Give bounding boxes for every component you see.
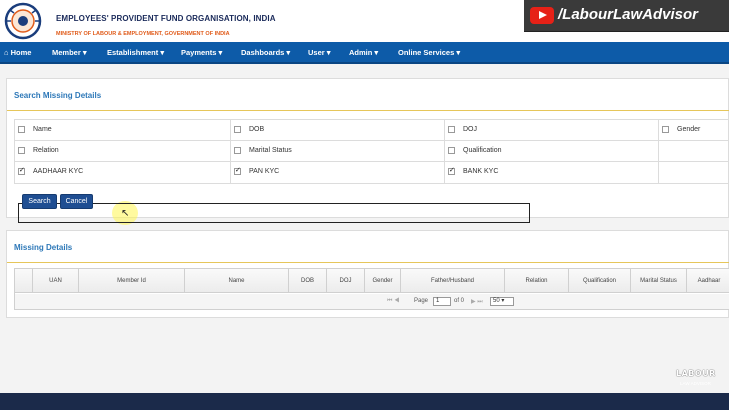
epfo-logo[interactable] — [4, 2, 44, 40]
nav-member[interactable]: Member ▾ — [52, 48, 87, 57]
search-button[interactable]: Search — [22, 194, 57, 209]
empty-cell — [659, 162, 729, 183]
checkbox-name[interactable] — [18, 126, 25, 133]
nav-user[interactable]: User ▾ — [308, 48, 331, 57]
nav-payments[interactable]: Payments ▾ — [181, 48, 222, 57]
field-option-doj: DOJ — [445, 120, 659, 141]
pager-page-label: Page — [414, 298, 429, 304]
mouse-cursor-icon: ↖ — [121, 208, 130, 219]
watermark-title: LABOUR — [676, 369, 716, 378]
cancel-button[interactable]: Cancel — [60, 194, 93, 209]
nav-establishment[interactable]: Establishment ▾ — [107, 48, 164, 57]
kyc-row-outline — [18, 203, 530, 223]
chevron-down-icon: ▾ — [501, 298, 505, 304]
site-header: EMPLOYEES' PROVIDENT FUND ORGANISATION, … — [0, 0, 729, 42]
option-label: Name — [33, 126, 52, 133]
col-header-relation[interactable]: Relation — [505, 269, 569, 293]
channel-banner: /LabourLawAdvisor — [524, 0, 729, 32]
org-subtitle: MINISTRY OF LABOUR & EMPLOYMENT, GOVERNM… — [56, 31, 230, 37]
panel-title: Missing Details — [14, 243, 73, 252]
option-label: PAN KYC — [249, 168, 280, 175]
nav-home-label: Home — [10, 48, 32, 57]
field-option-relation: Relation — [15, 141, 231, 162]
col-header-father-husband[interactable]: Father/Husband — [401, 269, 505, 293]
site-footer — [0, 393, 729, 410]
field-option-qualification: Qualification — [445, 141, 659, 162]
checkbox-bank-kyc[interactable] — [448, 166, 455, 175]
col-header-dob[interactable]: DOB — [289, 269, 327, 293]
page-size-value: 50 — [493, 298, 500, 304]
watermark-subtitle: LAW ADVISOR — [680, 381, 711, 386]
field-option-pan-kyc: PAN KYC — [231, 162, 445, 183]
pager-next-buttons[interactable]: ▶ ⏭ — [471, 298, 483, 306]
field-option-name: Name — [15, 120, 231, 141]
option-label: DOJ — [463, 126, 477, 133]
col-header-name[interactable]: Name — [185, 269, 289, 293]
home-icon: ⌂ — [4, 48, 9, 57]
col-header-gender[interactable]: Gender — [365, 269, 401, 293]
checkbox-pan-kyc[interactable] — [234, 166, 241, 175]
youtube-icon — [530, 7, 554, 24]
main-nav: ⌂ Home Member ▾ Establishment ▾ Payments… — [0, 42, 729, 64]
missing-details-grid: UAN Member Id Name DOB DOJ Gender Father… — [14, 268, 729, 310]
checkbox-marital-status[interactable] — [234, 147, 241, 154]
grid-pager: ⏮ ◀ Page 1 of 0 ▶ ⏭ 50 ▾ — [15, 294, 729, 309]
field-option-dob: DOB — [231, 120, 445, 141]
pager-page-input[interactable]: 1 — [433, 297, 451, 306]
empty-cell — [659, 141, 729, 162]
col-header-aadhaar[interactable]: Aadhaar — [687, 269, 729, 293]
org-title: EMPLOYEES' PROVIDENT FUND ORGANISATION, … — [56, 14, 276, 23]
nav-admin[interactable]: Admin ▾ — [349, 48, 378, 57]
col-header-blank — [15, 269, 33, 293]
option-label: Qualification — [463, 147, 502, 154]
checkbox-relation[interactable] — [18, 147, 25, 154]
option-label: DOB — [249, 126, 265, 133]
option-label: Gender — [677, 126, 701, 133]
grid-header: UAN Member Id Name DOB DOJ Gender Father… — [15, 269, 729, 293]
field-option-bank-kyc: BANK KYC — [445, 162, 659, 183]
pager-of-label: of 0 — [454, 298, 465, 304]
search-missing-details-panel: Search Missing Details Name DOB DOJ Gend… — [6, 78, 729, 225]
col-header-doj[interactable]: DOJ — [327, 269, 365, 293]
option-label: Relation — [33, 147, 59, 154]
missing-details-panel: Missing Details UAN Member Id Name DOB D… — [6, 230, 729, 318]
checkbox-qualification[interactable] — [448, 147, 455, 154]
panel-divider — [7, 110, 729, 111]
option-label: Marital Status — [249, 147, 292, 154]
checkbox-doj[interactable] — [448, 126, 455, 133]
missing-fields-table: Name DOB DOJ Gender Relation Marital Sta… — [14, 119, 729, 225]
checkbox-dob[interactable] — [234, 126, 241, 133]
option-label: AADHAAR KYC — [33, 168, 84, 175]
nav-home[interactable]: ⌂ Home — [4, 48, 31, 57]
field-option-aadhaar-kyc: AADHAAR KYC — [15, 162, 231, 183]
field-option-marital-status: Marital Status — [231, 141, 445, 162]
panel-divider — [7, 262, 729, 263]
panel-title: Search Missing Details — [14, 91, 102, 100]
option-label: BANK KYC — [463, 168, 499, 175]
checkbox-aadhaar-kyc[interactable] — [18, 166, 25, 175]
checkbox-gender[interactable] — [662, 126, 669, 133]
pager-prev-buttons[interactable]: ⏮ ◀ — [387, 298, 399, 305]
pager-page-size-select[interactable]: 50 ▾ — [490, 297, 514, 306]
nav-dashboards[interactable]: Dashboards ▾ — [241, 48, 290, 57]
field-option-gender: Gender — [659, 120, 729, 141]
nav-online-services[interactable]: Online Services ▾ — [398, 48, 460, 57]
channel-name: /LabourLawAdvisor — [558, 6, 699, 23]
col-header-qualification[interactable]: Qualification — [569, 269, 631, 293]
col-header-member-id[interactable]: Member Id — [79, 269, 185, 293]
col-header-uan[interactable]: UAN — [33, 269, 79, 293]
col-header-marital-status[interactable]: Marital Status — [631, 269, 687, 293]
